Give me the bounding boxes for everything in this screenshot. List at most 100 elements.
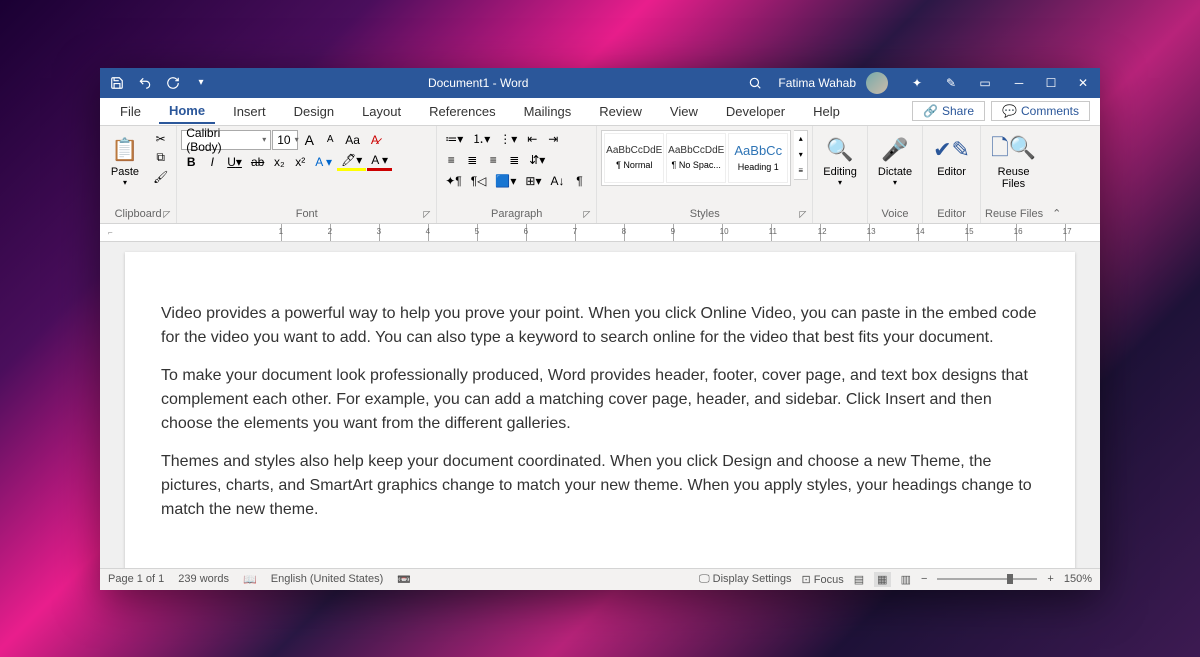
- ribbon-collapse-icon[interactable]: ⌃: [1052, 208, 1061, 220]
- avatar[interactable]: [866, 72, 888, 94]
- comments-button[interactable]: 💬 Comments: [991, 101, 1090, 121]
- share-button[interactable]: 🔗 Share: [912, 101, 985, 121]
- clear-formatting-button[interactable]: A̷: [365, 131, 385, 149]
- style-normal[interactable]: AaBbCcDdE¶ Normal: [604, 133, 664, 183]
- paragraph-launcher[interactable]: ◸: [583, 209, 590, 220]
- justify-button[interactable]: ≣: [504, 151, 524, 169]
- rtl-button[interactable]: ¶◁: [467, 172, 491, 190]
- macro-icon[interactable]: 📼: [397, 573, 411, 586]
- paragraph-1[interactable]: Video provides a powerful way to help yo…: [161, 302, 1039, 350]
- tab-insert[interactable]: Insert: [223, 100, 276, 123]
- font-size-combo[interactable]: 10▾: [272, 130, 298, 150]
- font-launcher[interactable]: ◸: [423, 209, 430, 220]
- multilevel-button[interactable]: ⋮▾: [495, 130, 521, 148]
- styles-gallery: AaBbCcDdE¶ Normal AaBbCcDdE¶ No Spac... …: [601, 130, 791, 186]
- font-color-button[interactable]: A ▾: [367, 153, 392, 171]
- styles-up[interactable]: ▴: [794, 131, 807, 147]
- tab-design[interactable]: Design: [284, 100, 344, 123]
- align-right-button[interactable]: ≡: [483, 151, 503, 169]
- shading-button[interactable]: 🟦▾: [491, 172, 520, 190]
- pen-icon[interactable]: ✎: [936, 70, 966, 96]
- sort-button[interactable]: A↓: [546, 172, 568, 190]
- web-layout-icon[interactable]: ▥: [901, 573, 911, 586]
- status-words[interactable]: 239 words: [178, 573, 229, 585]
- styles-more[interactable]: ≡: [794, 163, 807, 179]
- paragraph-2[interactable]: To make your document look professionall…: [161, 364, 1039, 436]
- tab-help[interactable]: Help: [803, 100, 850, 123]
- spellcheck-icon[interactable]: 📖: [243, 573, 257, 586]
- strikethrough-button[interactable]: ab: [247, 153, 268, 171]
- superscript-button[interactable]: x²: [290, 153, 310, 171]
- styles-launcher[interactable]: ◸: [799, 209, 806, 220]
- bullets-button[interactable]: ≔▾: [441, 130, 467, 148]
- style-heading1[interactable]: AaBbCcHeading 1: [728, 133, 788, 183]
- read-mode-icon[interactable]: ▤: [854, 573, 864, 586]
- shrink-font-button[interactable]: A: [320, 131, 340, 149]
- diamond-icon[interactable]: ✦: [902, 70, 932, 96]
- print-layout-icon[interactable]: ▦: [874, 572, 890, 587]
- status-page[interactable]: Page 1 of 1: [108, 573, 164, 585]
- italic-button[interactable]: I: [202, 153, 222, 171]
- borders-button[interactable]: ⊞▾: [521, 172, 545, 190]
- bold-button[interactable]: B: [181, 153, 201, 171]
- numbering-button[interactable]: ⒈▾: [468, 130, 494, 148]
- user-name[interactable]: Fatima Wahab: [778, 76, 856, 90]
- paste-button[interactable]: 📋 Paste ▾: [104, 130, 146, 191]
- subscript-button[interactable]: x₂: [269, 153, 289, 171]
- maximize-button[interactable]: ☐: [1038, 70, 1064, 96]
- status-language[interactable]: English (United States): [271, 573, 384, 585]
- ruler[interactable]: ⌐ 123456789101112131415161718: [100, 224, 1100, 242]
- format-painter-button[interactable]: 🖌: [149, 168, 172, 186]
- highlight-button[interactable]: 🖊▾: [337, 153, 366, 171]
- search-icon[interactable]: [742, 70, 768, 96]
- paragraph-3[interactable]: Themes and styles also help keep your do…: [161, 450, 1039, 522]
- grow-font-button[interactable]: A: [299, 131, 319, 149]
- tab-layout[interactable]: Layout: [352, 100, 411, 123]
- cut-button[interactable]: ✂: [149, 130, 172, 148]
- tab-mailings[interactable]: Mailings: [514, 100, 582, 123]
- increase-indent-button[interactable]: ⇥: [543, 130, 563, 148]
- decrease-indent-button[interactable]: ⇤: [522, 130, 542, 148]
- group-paragraph: ≔▾ ⒈▾ ⋮▾ ⇤ ⇥ ≡ ≣ ≡ ≣ ⇵▾ ✦¶ ¶◁ 🟦▾: [437, 126, 597, 223]
- dictate-button[interactable]: 🎤Dictate▾: [872, 130, 918, 191]
- close-button[interactable]: ✕: [1070, 70, 1096, 96]
- font-name-combo[interactable]: Calibri (Body)▾: [181, 130, 271, 150]
- document-area[interactable]: Video provides a powerful way to help yo…: [100, 242, 1100, 568]
- align-left-button[interactable]: ≡: [441, 151, 461, 169]
- focus-button[interactable]: ⊡ Focus: [802, 573, 844, 586]
- editor-button[interactable]: ✔✎Editor: [927, 130, 976, 182]
- styles-down[interactable]: ▾: [794, 147, 807, 163]
- zoom-slider[interactable]: [937, 578, 1037, 580]
- page[interactable]: Video provides a powerful way to help yo…: [125, 252, 1075, 568]
- zoom-in-button[interactable]: +: [1047, 573, 1053, 585]
- tab-file[interactable]: File: [110, 100, 151, 123]
- zoom-out-button[interactable]: −: [921, 573, 927, 585]
- change-case-button[interactable]: Aa: [341, 131, 364, 149]
- save-icon[interactable]: [104, 70, 130, 96]
- ruler-mark: 3: [377, 227, 381, 236]
- minimize-button[interactable]: ─: [1006, 70, 1032, 96]
- redo-icon[interactable]: [160, 70, 186, 96]
- underline-button[interactable]: U ▾: [223, 153, 246, 171]
- tab-home[interactable]: Home: [159, 99, 215, 124]
- tab-references[interactable]: References: [419, 100, 505, 123]
- zoom-level[interactable]: 150%: [1064, 573, 1092, 585]
- tab-view[interactable]: View: [660, 100, 708, 123]
- statusbar: Page 1 of 1 239 words 📖 English (United …: [100, 568, 1100, 590]
- tab-developer[interactable]: Developer: [716, 100, 795, 123]
- align-center-button[interactable]: ≣: [462, 151, 482, 169]
- show-marks-button[interactable]: ¶: [569, 172, 589, 190]
- line-spacing-button[interactable]: ⇵▾: [525, 151, 549, 169]
- clipboard-launcher[interactable]: ◸: [163, 209, 170, 220]
- undo-icon[interactable]: [132, 70, 158, 96]
- asian-layout-button[interactable]: ✦¶: [441, 172, 466, 190]
- editing-button[interactable]: 🔍Editing▾: [817, 130, 863, 191]
- ribbon-display-icon[interactable]: ▭: [970, 70, 1000, 96]
- text-effects-button[interactable]: A ▾: [311, 153, 336, 171]
- tab-review[interactable]: Review: [589, 100, 652, 123]
- style-nospacing[interactable]: AaBbCcDdE¶ No Spac...: [666, 133, 726, 183]
- copy-button[interactable]: ⧉: [149, 149, 172, 167]
- display-settings-button[interactable]: 🖵 Display Settings: [699, 573, 792, 586]
- reuse-files-button[interactable]: 🗋🔍ReuseFiles: [985, 130, 1042, 194]
- qat-customize-icon[interactable]: ▾: [188, 70, 214, 96]
